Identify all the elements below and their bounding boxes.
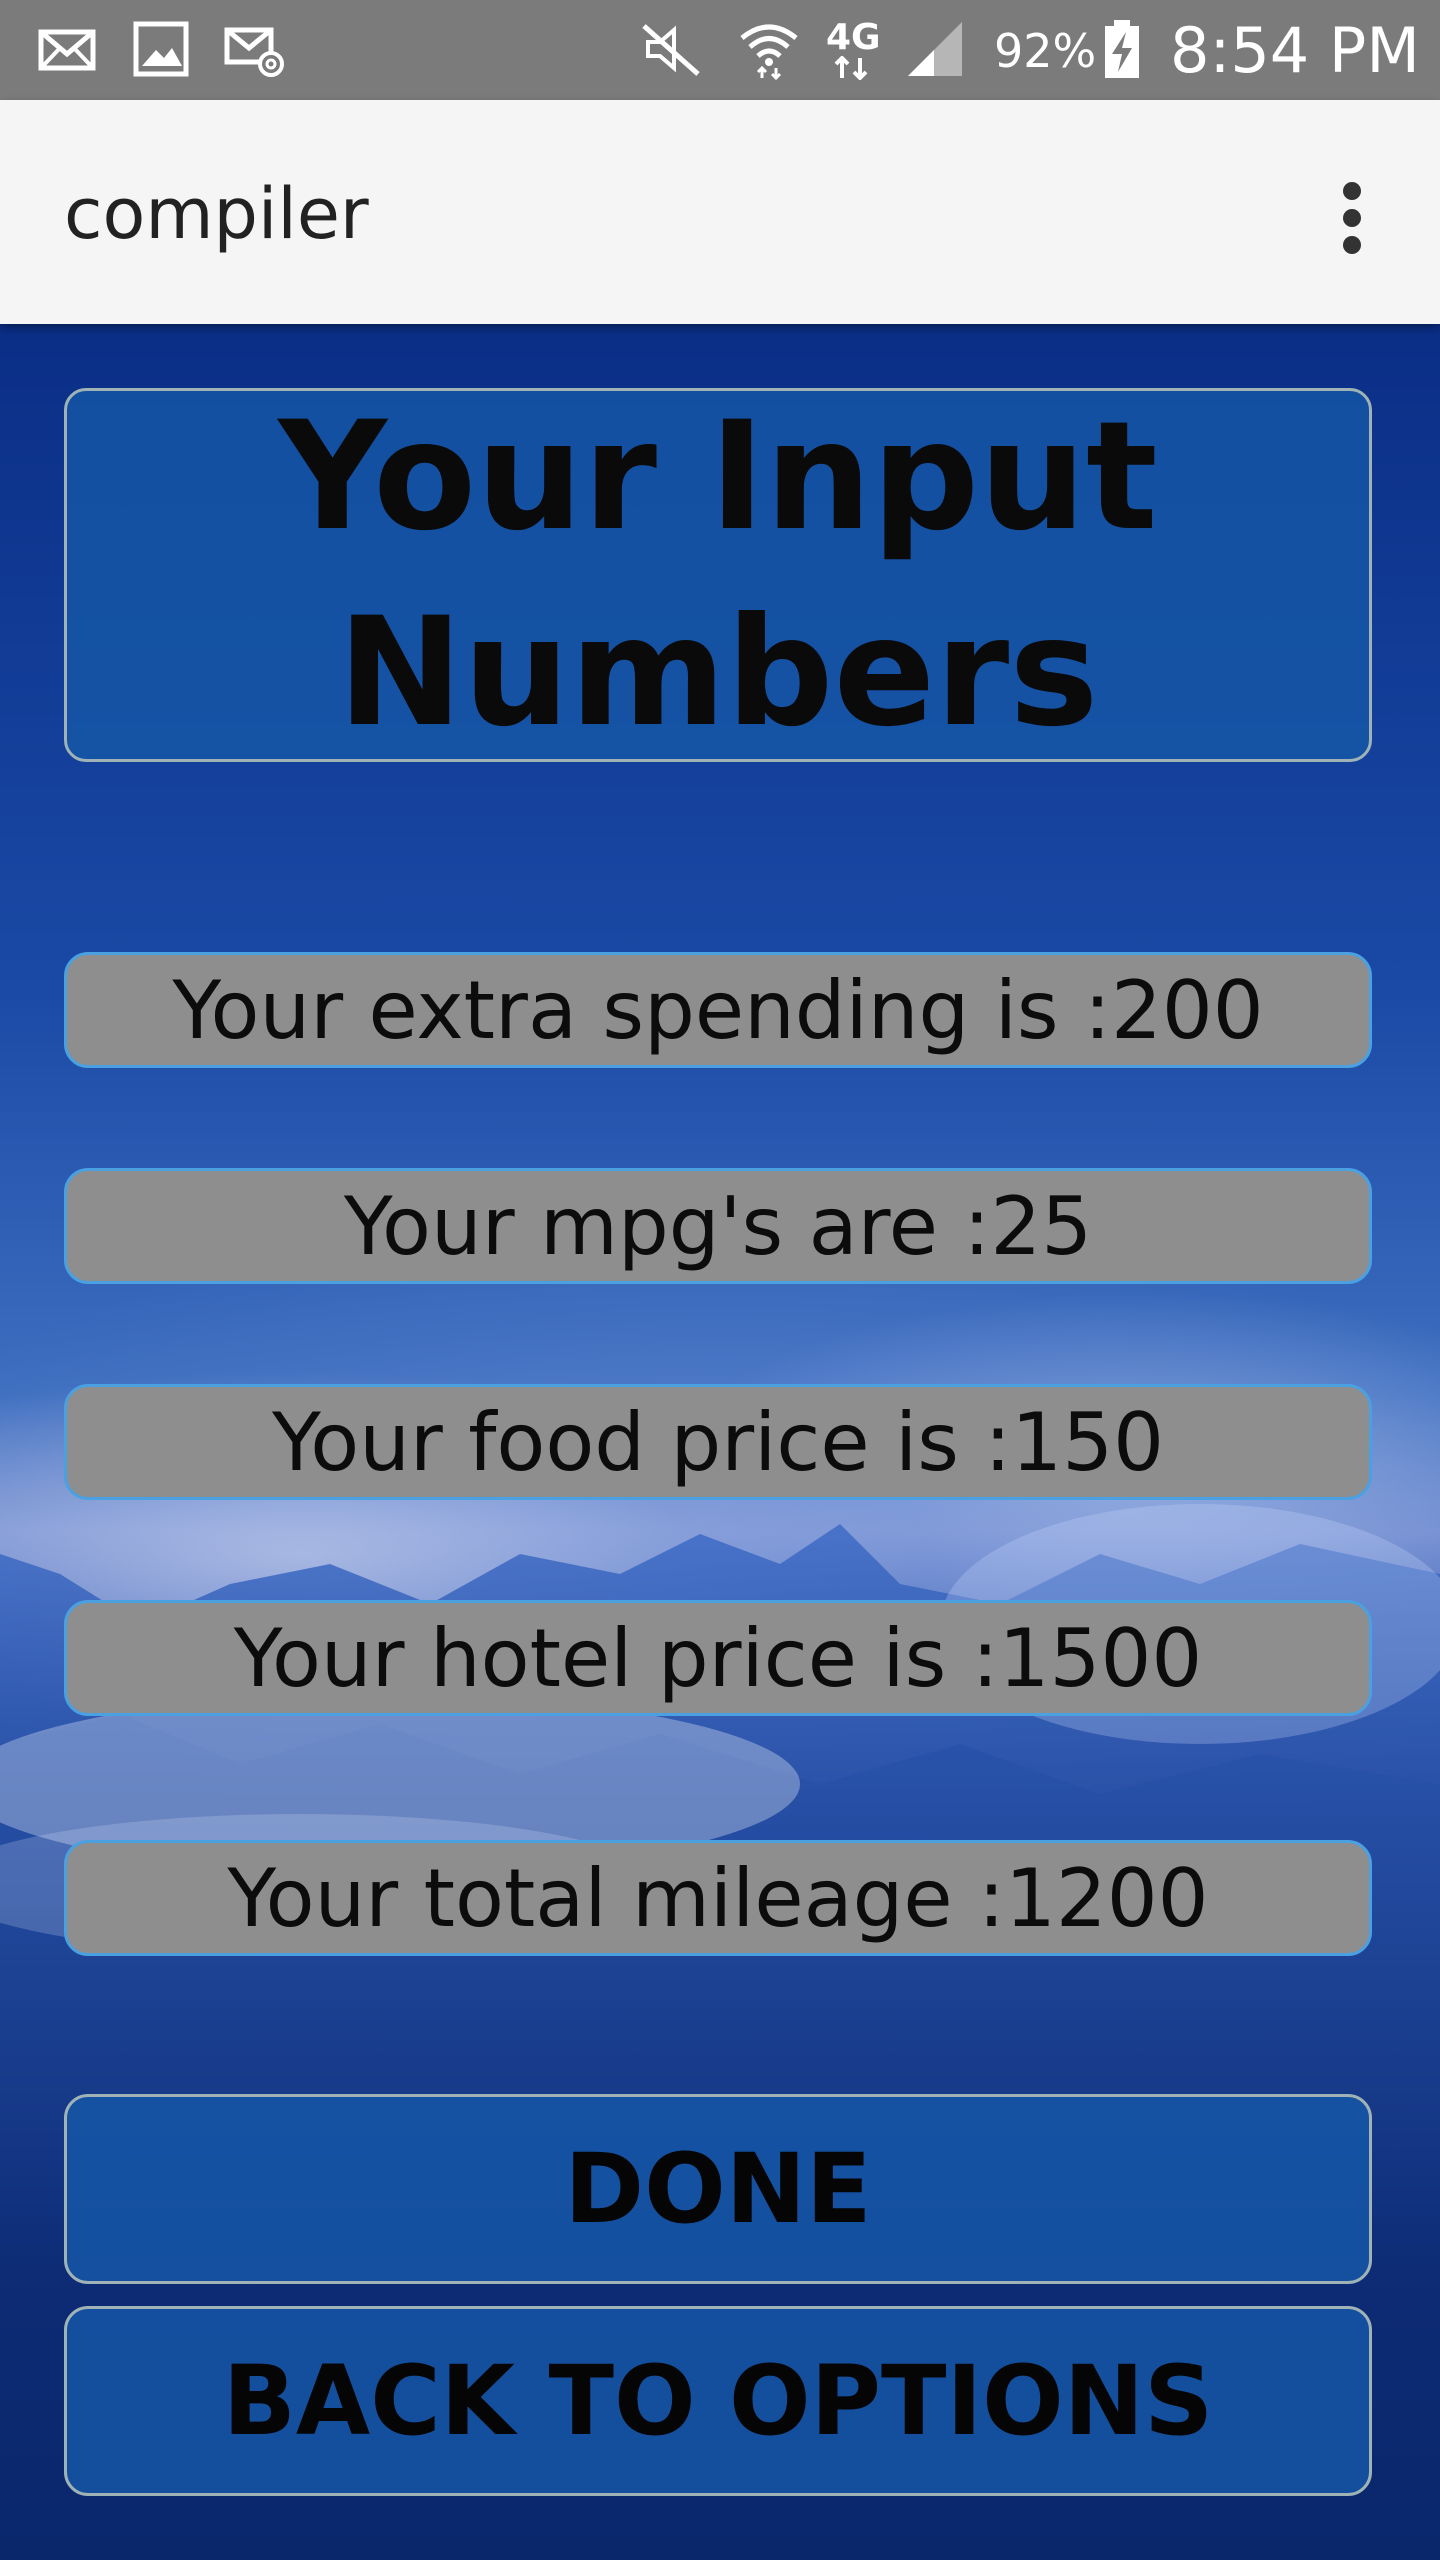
- food-price-value: Your food price is :150: [64, 1384, 1372, 1500]
- overflow-menu-icon[interactable]: [1322, 168, 1382, 268]
- mute-icon: [642, 24, 700, 76]
- 4g-lte-icon: 4G: [822, 18, 902, 80]
- signal-icon: [908, 22, 962, 76]
- back-to-options-button[interactable]: BACK TO OPTIONS: [64, 2306, 1372, 2496]
- app-bar: compiler: [0, 100, 1440, 324]
- battery-percent: 92%: [994, 24, 1097, 78]
- wifi-icon: [740, 24, 798, 80]
- mpg-value: Your mpg's are :25: [64, 1168, 1372, 1284]
- hotel-price-value: Your hotel price is :1500: [64, 1600, 1372, 1716]
- status-bar: 4G 92% 8:54 PM: [0, 0, 1440, 100]
- total-mileage-value: Your total mileage :1200: [64, 1840, 1372, 1956]
- page-title: Your Input Numbers: [278, 390, 1158, 760]
- clock: 8:54 PM: [1170, 14, 1420, 87]
- network-type-label: 4G: [826, 17, 881, 58]
- gallery-icon: [133, 21, 189, 77]
- email-icon: [38, 29, 96, 71]
- app-title: compiler: [64, 173, 369, 255]
- done-button[interactable]: DONE: [64, 2094, 1372, 2284]
- main-content: Your Input Numbers Your extra spending i…: [0, 324, 1440, 2560]
- battery-charging-icon: [1105, 20, 1139, 78]
- header-card: Your Input Numbers: [64, 388, 1372, 762]
- email-at-icon: [224, 27, 284, 77]
- extra-spending-value: Your extra spending is :200: [64, 952, 1372, 1068]
